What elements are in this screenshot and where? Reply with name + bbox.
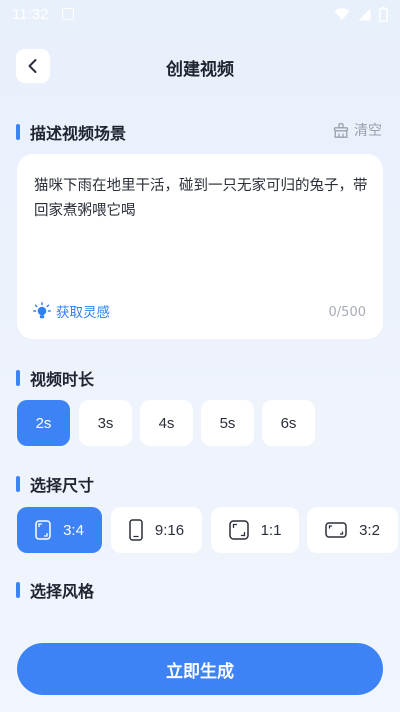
size-option-1-1[interactable]: 1:1 xyxy=(211,507,299,553)
broom-icon xyxy=(333,122,349,138)
duration-option-6s[interactable]: 6s xyxy=(262,400,315,446)
duration-section-title: 视频时长 xyxy=(30,370,95,389)
character-counter: 0/500 xyxy=(328,305,366,320)
duration-option-5s[interactable]: 5s xyxy=(201,400,254,446)
scene-description-text[interactable]: 猫咪下雨在地里干活，碰到一只无家可归的兔子，带回家煮粥喂它喝 xyxy=(34,174,370,224)
clear-label: 清空 xyxy=(354,123,382,139)
get-inspiration-button[interactable]: 获取灵感 xyxy=(33,301,110,321)
style-section-title: 选择风格 xyxy=(30,582,95,601)
size-section-title: 选择尺寸 xyxy=(30,476,95,495)
signal-icon xyxy=(358,8,371,20)
size-option-label: 9:16 xyxy=(154,521,185,539)
notification-icon xyxy=(62,8,75,20)
lightbulb-icon xyxy=(33,302,51,319)
status-time: 11:32 xyxy=(12,5,49,23)
page-title: 创建视频 xyxy=(166,60,234,80)
duration-section-header: 视频时长 xyxy=(16,366,94,390)
generate-button[interactable]: 立即生成 xyxy=(17,643,383,695)
size-option-label: 3:2 xyxy=(359,521,380,539)
size-option-9-16[interactable]: 9:16 xyxy=(111,507,202,553)
portrait-ratio-icon xyxy=(35,520,51,540)
size-option-3-2[interactable]: 3:2 xyxy=(307,507,398,553)
section-accent-bar xyxy=(16,582,20,598)
square-ratio-icon xyxy=(228,520,249,540)
duration-option-4s[interactable]: 4s xyxy=(140,400,193,446)
scene-description-card[interactable]: 猫咪下雨在地里干活，碰到一只无家可归的兔子，带回家煮粥喂它喝 获取灵感 0/50… xyxy=(17,154,383,339)
size-option-label: 1:1 xyxy=(260,521,282,539)
duration-option-3s[interactable]: 3s xyxy=(79,400,132,446)
section-accent-bar xyxy=(16,370,20,386)
scene-section-header: 描述视频场景 xyxy=(16,120,126,144)
status-icons xyxy=(334,6,388,22)
duration-option-2s[interactable]: 2s xyxy=(17,400,70,446)
section-accent-bar xyxy=(16,476,20,492)
battery-icon xyxy=(379,6,388,22)
size-option-3-4[interactable]: 3:4 xyxy=(17,507,102,553)
scene-section-title: 描述视频场景 xyxy=(30,124,127,143)
landscape-ratio-icon xyxy=(325,522,347,538)
get-inspiration-label: 获取灵感 xyxy=(56,305,110,321)
status-bar: 11:32 xyxy=(0,0,400,28)
style-section-header: 选择风格 xyxy=(16,578,94,602)
clear-button[interactable]: 清空 xyxy=(333,120,382,140)
header: 创建视频 xyxy=(0,46,400,86)
size-option-label: 3:4 xyxy=(63,521,84,539)
size-section-header: 选择尺寸 xyxy=(16,472,94,496)
wifi-icon xyxy=(334,7,350,20)
phone-ratio-icon xyxy=(129,519,143,541)
section-accent-bar xyxy=(16,124,20,140)
